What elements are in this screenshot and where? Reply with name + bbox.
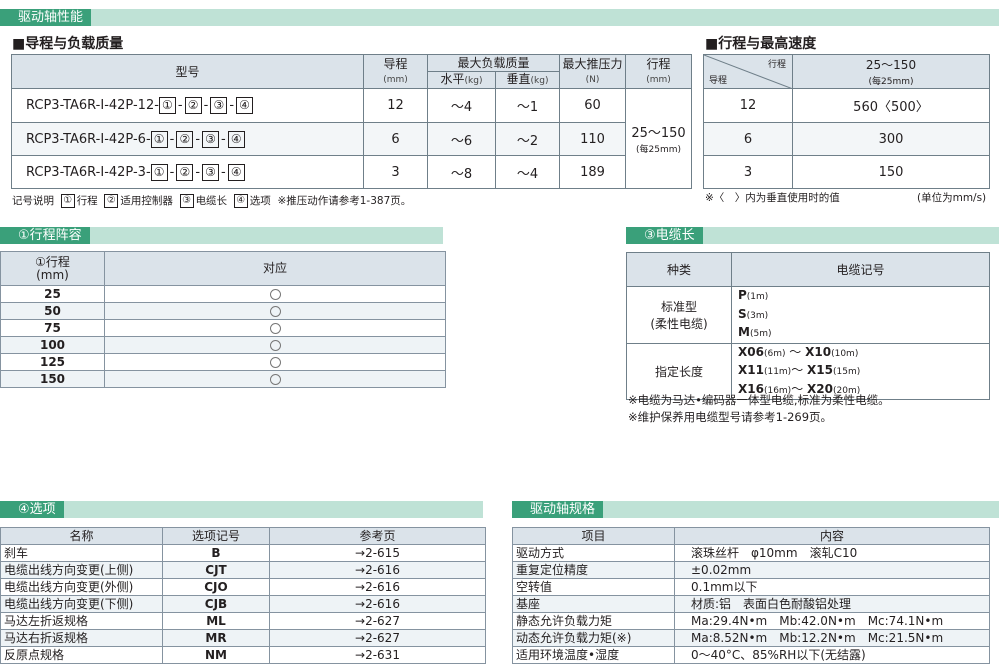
lead-cell: 12	[363, 88, 428, 123]
available-icon	[269, 289, 281, 300]
available-icon	[269, 357, 281, 368]
table-row: 标准型 (柔性电缆) P(1m) S(3m) M(5m)	[626, 286, 990, 344]
table-row: 马达左折返规格 ML →2-627	[0, 612, 486, 630]
section-header-performance: 驱动轴性能	[0, 9, 999, 26]
table-row: 马达右折返规格 MR →2-627	[0, 629, 486, 647]
vertical-cell: ～4	[494, 155, 561, 189]
vertical-cell: ～2	[494, 122, 561, 156]
section-title-performance: 驱动轴性能	[0, 9, 92, 26]
col-option-page: 参考页	[269, 527, 486, 545]
push-cell: 60	[559, 88, 627, 123]
col-horizontal: 水平(kg)	[427, 71, 496, 89]
section-title-stroke: ①行程阵容	[0, 227, 90, 244]
table-row: 12 560〈500〉	[703, 88, 990, 123]
table-row: 150	[0, 370, 446, 388]
cable-table: 种类 电缆记号 标准型 (柔性电缆) P(1m) S(3m) M(5m) 指定长度…	[626, 252, 990, 400]
col-type: 种类	[626, 252, 732, 287]
section-header-options: ④选项	[0, 501, 483, 518]
speed-note-right: (单位为mm/s)	[917, 192, 987, 204]
section-header-stroke: ①行程阵容	[0, 227, 443, 244]
table-row: 电缆出线方向变更(外侧) CJO →2-616	[0, 578, 486, 596]
speed-table-title: ■行程与最高速度	[705, 36, 817, 52]
table-row: 重复定位精度 ±0.02mm	[512, 561, 990, 579]
section-title-spec: 驱动轴规格	[512, 501, 604, 518]
col-lead: 导程 (mm)	[363, 54, 428, 89]
push-cell: 189	[559, 155, 627, 189]
table-row: 驱动方式 滚珠丝杆 φ10mm 滚轧C10	[512, 544, 990, 562]
col-max-load: 最大负载质量	[426, 54, 561, 72]
cable-note-1: ※电缆为马达•编码器一体型电缆,标准为柔性电缆。	[628, 393, 890, 407]
col-option-name: 名称	[0, 527, 163, 545]
col-stroke: 行程 (mm)	[625, 54, 693, 89]
table-row: 刹车 B →2-615	[0, 544, 486, 562]
model-cell: RCP3-TA6R-I-42P-12- ① - ② - ③ - ④	[11, 88, 364, 123]
horizontal-cell: ～6	[427, 122, 496, 156]
speed-table: 行程 导程 25～150 (每25mm) 12 560〈500〉 6 300 3 150	[703, 54, 990, 189]
standard-codes: P(1m) S(3m) M(5m)	[731, 286, 990, 344]
table-row: 基座 材质:铝 表面白色耐酸铝处理	[512, 595, 990, 613]
lead-load-table: 型号 导程 (mm) 最大负载质量 最大推压力 (N) 行程 (mm) 水平(kg) …	[11, 54, 693, 189]
col-stroke: ①行程 (mm)	[0, 251, 105, 286]
options-table: 名称 选项记号 参考页 刹车 B →2-615 电缆出线方向变更(上侧) CJT →2-…	[0, 527, 486, 664]
load-table-title: ■导程与负载质量	[12, 36, 124, 52]
table-row: RCP3-TA6R-I-42P-6- ① - ② - ③ - ④ 6 ～6 ～2 110	[11, 122, 692, 156]
table-row: 75	[0, 319, 446, 337]
table-row: 静态允许负载力矩 Ma:29.4N•m Mb:42.0N•m Mc:74.1N•m	[512, 612, 990, 630]
model-cell: RCP3-TA6R-I-42P-3- ① - ② - ③ - ④	[11, 155, 364, 189]
col-model: 型号	[11, 54, 364, 89]
lead-cell: 3	[363, 155, 428, 189]
table-row: 动态允许负载力矩(※) Ma:8.52N•m Mb:12.2N•m Mc:21.5…	[512, 629, 990, 647]
stroke-range-header: 25～150 (每25mm)	[792, 54, 990, 89]
legend-note: 记号说明 ① 行程 ② 适用控制器 ③ 电缆长 ④ 选项 ※推压动作请参考1-387页。	[12, 194, 412, 208]
col-option-code: 选项记号	[162, 527, 270, 545]
table-row: 空转值 0.1mm以下	[512, 578, 990, 596]
table-row: 125	[0, 353, 446, 371]
table-row: 25	[0, 285, 446, 303]
cable-note-2: ※维护保养用电缆型号请参考1-269页。	[628, 410, 833, 424]
col-content: 内容	[674, 527, 990, 545]
section-title-cable: ③电缆长	[626, 227, 703, 244]
available-icon	[269, 323, 281, 334]
horizontal-cell: ～4	[427, 88, 496, 123]
table-row: 50	[0, 302, 446, 320]
lead-cell: 6	[363, 122, 428, 156]
table-row: 电缆出线方向变更(下侧) CJB →2-616	[0, 595, 486, 613]
stroke-cell: 25～150 (每25mm)	[625, 88, 693, 189]
standard-type-cell: 标准型 (柔性电缆)	[626, 286, 732, 344]
table-row: 适用环境温度•湿度 0～40°C、85%RH以下(无结露)	[512, 646, 990, 664]
col-max-push: 最大推压力 (N)	[559, 54, 627, 89]
col-code: 电缆记号	[731, 252, 990, 287]
table-row: 反原点规格 NM →2-631	[0, 646, 486, 664]
corner-cell: 行程 导程	[703, 54, 793, 89]
table-row: 3 150	[703, 155, 990, 189]
section-title-options: ④选项	[0, 501, 64, 518]
col-item: 项目	[512, 527, 675, 545]
col-support: 对应	[104, 251, 446, 286]
available-icon	[269, 374, 281, 385]
speed-note-left: ※〈 〉内为垂直使用时的值	[705, 192, 840, 204]
table-row: 100	[0, 336, 446, 354]
vertical-cell: ～1	[494, 88, 561, 123]
table-row: 6 300	[703, 122, 990, 156]
section-header-spec: 驱动轴规格	[512, 501, 999, 518]
stroke-table: ①行程 (mm) 对应 25 50 75 100 125 150	[0, 251, 446, 388]
spec-table: 项目 内容 驱动方式 滚珠丝杆 φ10mm 滚轧C10 重复定位精度 ±0.02mm…	[512, 527, 990, 664]
table-row: 电缆出线方向变更(上侧) CJT →2-616	[0, 561, 486, 579]
model-cell: RCP3-TA6R-I-42P-6- ① - ② - ③ - ④	[11, 122, 364, 156]
section-header-cable: ③电缆长	[626, 227, 999, 244]
available-icon	[269, 306, 281, 317]
horizontal-cell: ～8	[427, 155, 496, 189]
table-row: RCP3-TA6R-I-42P-12- ① - ② - ③ - ④ 12 ～4 ～1 60 2…	[11, 88, 693, 189]
col-vertical: 垂直(kg)	[494, 71, 561, 89]
push-cell: 110	[559, 122, 627, 156]
table-row: RCP3-TA6R-I-42P-3- ① - ② - ③ - ④ 3 ～8 ～4 189	[11, 155, 692, 189]
available-icon	[269, 340, 281, 351]
